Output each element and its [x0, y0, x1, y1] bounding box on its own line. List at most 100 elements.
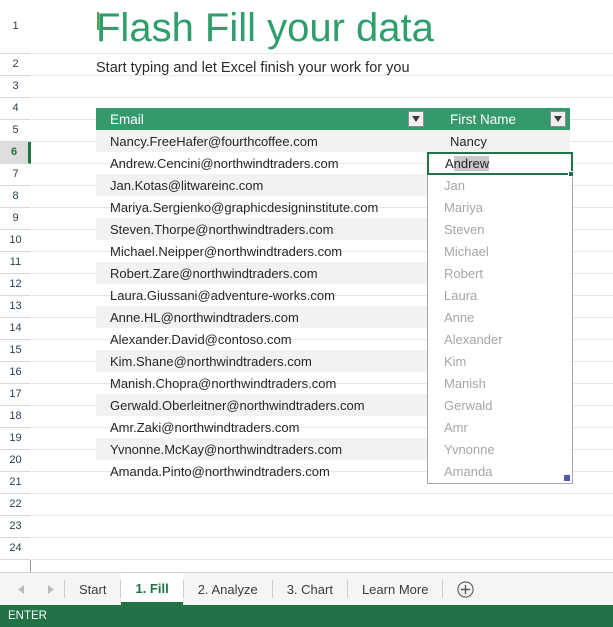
sheet-tab-label: 2. Analyze: [198, 582, 258, 597]
sheet-tab-1-fill[interactable]: 1. Fill: [121, 573, 182, 605]
flash-fill-suggestion: Kim: [428, 351, 572, 373]
row-header-16[interactable]: 16: [0, 362, 31, 384]
row-header-label: 12: [9, 279, 21, 290]
row-header-3[interactable]: 3: [0, 76, 31, 98]
row-header-label: 23: [9, 521, 21, 532]
cell-email[interactable]: Laura.Giussani@adventure-works.com: [96, 288, 428, 303]
row-header-10[interactable]: 10: [0, 230, 31, 252]
cell-email[interactable]: Michael.Neipper@northwindtraders.com: [96, 244, 428, 259]
fill-handle[interactable]: [568, 171, 574, 177]
sheet-tab-3-chart[interactable]: 3. Chart: [273, 573, 347, 605]
sheet-tab-2-analyze[interactable]: 2. Analyze: [184, 573, 272, 605]
row-header-6[interactable]: 6: [0, 142, 31, 164]
cell-email[interactable]: Kim.Shane@northwindtraders.com: [96, 354, 428, 369]
row-header-11[interactable]: 11: [0, 252, 31, 274]
row-header-20[interactable]: 20: [0, 450, 31, 472]
row-header-13[interactable]: 13: [0, 296, 31, 318]
row-header-18[interactable]: 18: [0, 406, 31, 428]
row-header-label: 8: [12, 191, 18, 202]
cell-email[interactable]: Mariya.Sergienko@graphicdesigninstitute.…: [96, 200, 428, 215]
cell-email[interactable]: Robert.Zare@northwindtraders.com: [96, 266, 428, 281]
cell-email[interactable]: Yvnonne.McKay@northwindtraders.com: [96, 442, 428, 457]
flash-fill-suggestion: Gerwald: [428, 395, 572, 417]
flash-fill-suggestion: Steven: [428, 219, 572, 241]
table-row[interactable]: Nancy.FreeHafer@fourthcoffee.comNancy: [96, 130, 570, 152]
row-header-label: 19: [9, 433, 21, 444]
filter-dropdown-first-name[interactable]: [550, 111, 566, 127]
cell-email[interactable]: Jan.Kotas@litwareinc.com: [96, 178, 428, 193]
row-header-label: 13: [9, 301, 21, 312]
row-header-17[interactable]: 17: [0, 384, 31, 406]
cell-email[interactable]: Anne.HL@northwindtraders.com: [96, 310, 428, 325]
triangle-left-icon: [18, 585, 25, 594]
sheet-tab-bar: Start1. Fill 2. Analyze 3. Chart Learn More: [0, 572, 613, 605]
row-header-label: 15: [9, 345, 21, 356]
active-cell-first-name-row6[interactable]: Andrew: [427, 152, 573, 175]
flash-fill-suggestion: Manish: [428, 373, 572, 395]
row-header-12[interactable]: 12: [0, 274, 31, 296]
row-header-7[interactable]: 7: [0, 164, 31, 186]
column-header-first-name[interactable]: First Name: [428, 108, 570, 130]
row-header-8[interactable]: 8: [0, 186, 31, 208]
row-header-14[interactable]: 14: [0, 318, 31, 340]
filter-dropdown-email[interactable]: [408, 111, 424, 127]
cell-email[interactable]: Manish.Chopra@northwindtraders.com: [96, 376, 428, 391]
flash-fill-suggestion: Alexander: [428, 329, 572, 351]
flash-fill-suggestion: Laura: [428, 285, 572, 307]
column-header-email-label: Email: [110, 112, 144, 127]
sheet-tab-label: Learn More: [362, 582, 428, 597]
grid-horizontal-line: [32, 53, 613, 54]
row-header-column[interactable]: 123456789101112131415161718192021222324: [0, 0, 31, 572]
add-sheet-button[interactable]: [443, 573, 487, 605]
cell-email[interactable]: Amanda.Pinto@northwindtraders.com: [96, 464, 428, 479]
cell-first-name[interactable]: Nancy: [428, 134, 570, 149]
page-title: Flash Fill your data: [96, 6, 434, 50]
row-header-1[interactable]: 1: [0, 0, 31, 54]
column-header-first-name-label: First Name: [450, 112, 516, 127]
cell-email[interactable]: Andrew.Cencini@northwindtraders.com: [96, 156, 428, 171]
row-header-5[interactable]: 5: [0, 120, 31, 142]
flash-fill-suggestion: Anne: [428, 307, 572, 329]
row-header-label: 3: [12, 81, 18, 92]
row-header-9[interactable]: 9: [0, 208, 31, 230]
sheet-tab-start[interactable]: Start: [65, 573, 120, 605]
status-bar: ENTER: [0, 605, 613, 627]
next-sheet-arrow-icon[interactable]: [47, 585, 54, 594]
sheet-tab-learn-more[interactable]: Learn More: [348, 573, 442, 605]
cell-email[interactable]: Alexander.David@contoso.com: [96, 332, 428, 347]
cell-email[interactable]: Steven.Thorpe@northwindtraders.com: [96, 222, 428, 237]
column-header-email[interactable]: Email: [96, 108, 428, 130]
active-cell-typed-text: A: [445, 156, 454, 171]
flash-fill-suggestion: Michael: [428, 241, 572, 263]
status-bar-mode: ENTER: [8, 610, 47, 622]
chevron-down-icon: [554, 116, 562, 122]
row-header-2[interactable]: 2: [0, 54, 31, 76]
grid-horizontal-line: [32, 559, 613, 560]
row-header-label: 2: [12, 59, 18, 70]
row-header-19[interactable]: 19: [0, 428, 31, 450]
row-header-21[interactable]: 21: [0, 472, 31, 494]
cell-email[interactable]: Amr.Zaki@northwindtraders.com: [96, 420, 428, 435]
excel-worksheet: 123456789101112131415161718192021222324 …: [0, 0, 613, 627]
triangle-right-icon: [47, 585, 54, 594]
row-header-4[interactable]: 4: [0, 98, 31, 120]
flash-fill-preview: JanMariyaStevenMichaelRobertLauraAnneAle…: [427, 175, 573, 484]
cell-email[interactable]: Nancy.FreeHafer@fourthcoffee.com: [96, 134, 428, 149]
grid-horizontal-line: [32, 537, 613, 538]
prev-sheet-arrow-icon[interactable]: [18, 585, 25, 594]
row-header-label: 21: [9, 477, 21, 488]
grid-horizontal-line: [32, 493, 613, 494]
chevron-down-icon: [412, 116, 420, 122]
row-header-label: 10: [9, 235, 21, 246]
flash-fill-suggestion: Yvnonne: [428, 439, 572, 461]
row-header-24[interactable]: 24: [0, 538, 31, 560]
cell-email[interactable]: Gerwald.Oberleitner@northwindtraders.com: [96, 398, 428, 413]
flash-fill-suggestion: Amanda: [428, 461, 572, 483]
row-header-label: 16: [9, 367, 21, 378]
row-header-label: 24: [9, 543, 21, 554]
row-header-23[interactable]: 23: [0, 516, 31, 538]
flash-fill-suggestion-list: JanMariyaStevenMichaelRobertLauraAnneAle…: [428, 175, 572, 483]
row-header-22[interactable]: 22: [0, 494, 31, 516]
flash-fill-corner-marker[interactable]: [564, 475, 570, 481]
row-header-15[interactable]: 15: [0, 340, 31, 362]
